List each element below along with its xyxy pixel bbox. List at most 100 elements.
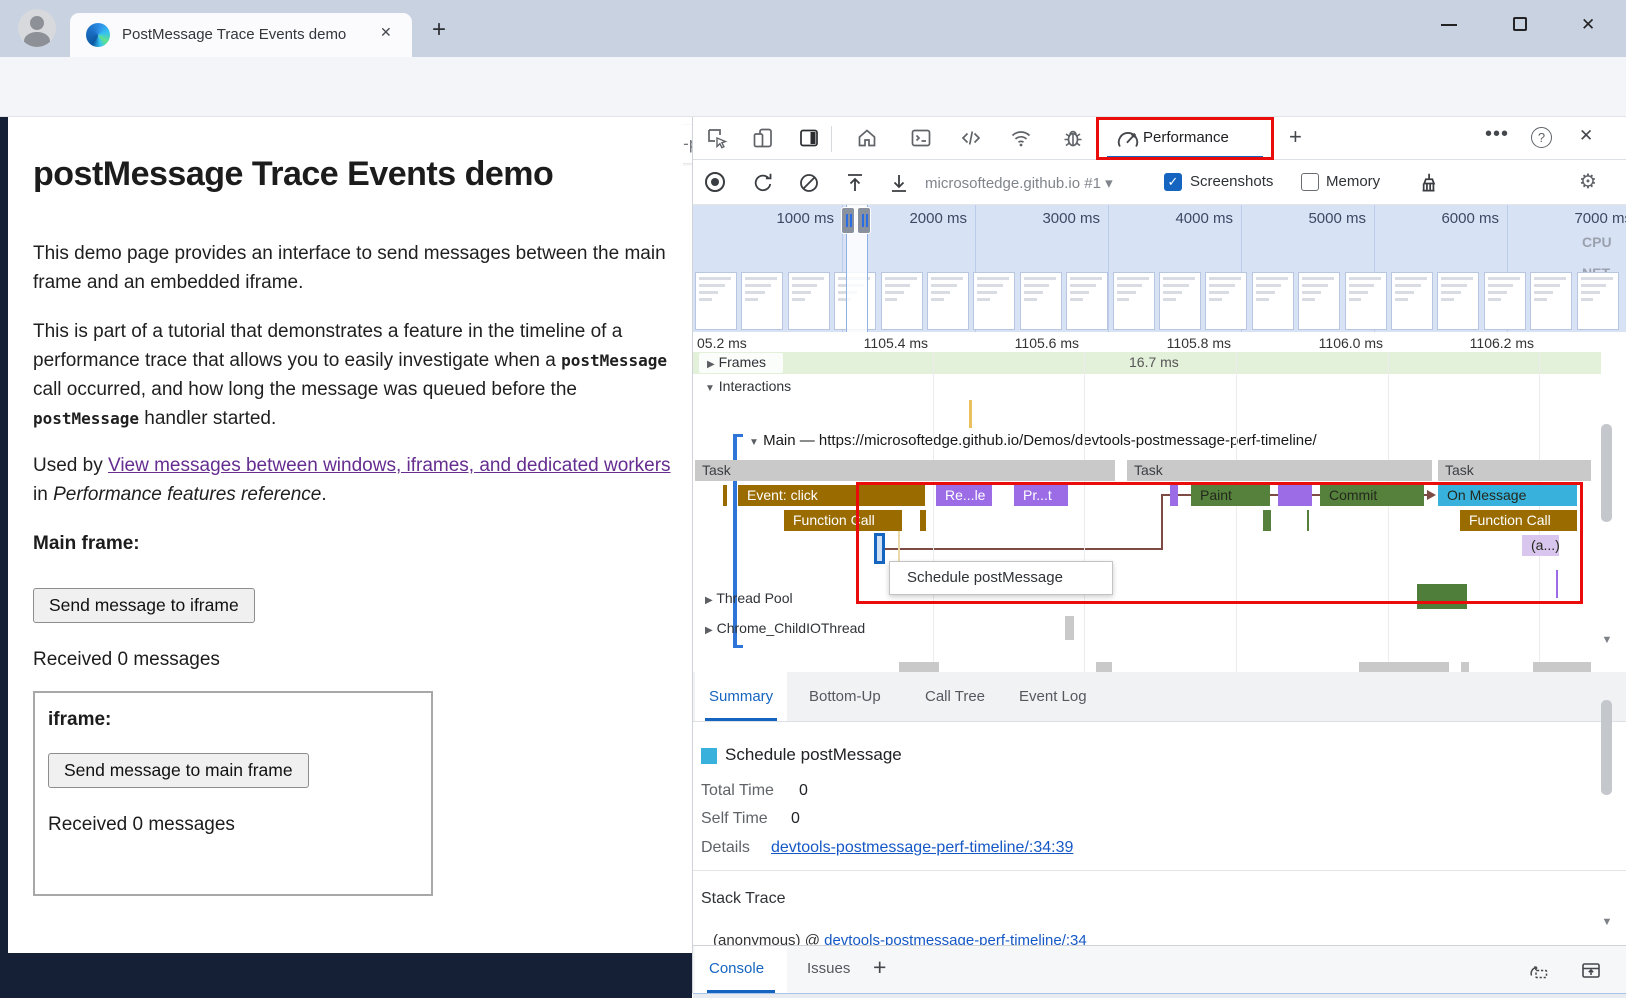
collect-garbage-icon[interactable] [1415,170,1441,196]
screenshot-thumbnail[interactable] [1484,272,1526,330]
drawer-tab-issues[interactable]: Issues [807,960,850,977]
window-maximize-button[interactable] [1513,17,1527,31]
screenshot-thumbnail[interactable] [1020,272,1062,330]
ruler-time-label: 1106.2 ms [1444,335,1534,351]
details-source-link[interactable]: devtools-postmessage-perf-timeline/:34:3… [771,839,1073,857]
new-tab-button[interactable]: + [432,22,446,38]
profile-avatar[interactable] [18,9,56,47]
window-close-button[interactable]: ✕ [1581,15,1595,35]
screenshot-thumbnail[interactable] [1159,272,1201,330]
tutorial-paragraph: This is part of a tutorial that demonstr… [33,317,675,433]
tab-event-log[interactable]: Event Log [1005,672,1101,721]
thread-pool-track[interactable]: ▶ Thread Pool [705,590,793,606]
overview-time-label: 2000 ms [903,210,967,227]
ruler-time-label: 05.2 ms [697,335,747,351]
overview-time-label: 3000 ms [1036,210,1100,227]
window-edge [0,117,8,998]
screenshot-thumbnail[interactable] [1577,272,1619,330]
tab-call-tree[interactable]: Call Tree [911,672,999,721]
overview-time-label: 6000 ms [1435,210,1499,227]
memory-checkbox[interactable] [1301,173,1319,191]
screenshot-thumbnail[interactable] [1298,272,1340,330]
dock-side-icon[interactable] [797,126,821,150]
flame-event-bar[interactable] [723,485,727,506]
timeline-overview[interactable]: CPU NET 1000 ms2000 ms3000 ms4000 ms5000… [693,205,1626,332]
task-bar[interactable]: Task [1438,460,1591,481]
help-icon[interactable]: ? [1531,127,1552,148]
devtools-close-icon[interactable]: ✕ [1579,126,1593,146]
screenshot-thumbnail[interactable] [1113,272,1155,330]
overview-time-label: 1000 ms [770,210,834,227]
used-by-paragraph: Used by View messages between windows, i… [33,451,675,509]
summary-scrollbar-thumb[interactable] [1601,700,1612,795]
selection-handle-left[interactable] [841,207,855,234]
screenshot-thumbnail[interactable] [881,272,923,330]
flame-chart[interactable]: ▶ Frames 16.7 ms ▼ Interactions ▼ Main —… [693,332,1626,672]
network-wifi-icon[interactable] [1009,126,1033,150]
io-thread-task-bar[interactable] [1065,616,1074,640]
tab-close-icon[interactable]: ✕ [380,24,392,41]
screenshot-thumbnail[interactable] [695,272,737,330]
settings-gear-icon[interactable]: ⚙ [1579,169,1597,194]
screenshot-thumbnail[interactable] [1530,272,1572,330]
screenshot-thumbnail[interactable] [973,272,1015,330]
sources-icon[interactable] [959,126,983,150]
divider [693,870,1626,871]
save-profile-icon[interactable] [887,171,911,195]
frames-track[interactable]: ▶ Frames 16.7 ms [693,352,1601,374]
devtools-menu-dots-icon[interactable]: ••• [1485,123,1509,146]
highlight-red-box [1096,117,1274,160]
stack-frame-link[interactable]: devtools-postmessage-perf-timeline/:34 [824,932,1087,945]
interactions-track[interactable]: ▼ Interactions [705,378,791,394]
screenshots-checkbox[interactable]: ✓ [1164,173,1182,191]
clipped-thread-bar [1359,662,1449,672]
device-emulation-icon[interactable] [751,126,775,150]
window-minimize-button[interactable] [1441,24,1457,26]
screenshot-thumbnail[interactable] [1205,272,1247,330]
summary-event-title: Schedule postMessage [725,745,902,765]
screenshot-thumbnail[interactable] [1437,272,1479,330]
dock-drawer-icon[interactable] [1526,958,1550,982]
debug-bug-icon[interactable] [1061,126,1085,150]
memory-label[interactable]: Memory [1326,173,1380,190]
page-origin-selector[interactable]: microsoftedge.github.io #1 ▾ [925,174,1113,192]
screenshot-thumbnail[interactable] [788,272,830,330]
drawer-more-tabs-plus-icon[interactable]: + [873,954,886,981]
screenshot-thumbnail[interactable] [1345,272,1387,330]
edge-logo-icon [86,23,110,47]
home-icon[interactable] [855,126,879,150]
screenshot-thumbnail[interactable] [1066,272,1108,330]
record-button[interactable] [705,172,725,192]
task-bar[interactable]: Task [695,460,1115,481]
flame-scrollbar-thumb[interactable] [1601,424,1612,522]
io-thread-track[interactable]: ▶ Chrome_ChildIOThread [705,620,865,636]
console-icon[interactable] [909,126,933,150]
scroll-down-icon[interactable]: ▼ [1599,916,1615,928]
frame-duration: 16.7 ms [1129,354,1179,370]
send-message-to-main-frame-button[interactable]: Send message to main frame [48,753,309,788]
main-thread-track[interactable]: ▼ Main — https://microsoftedge.github.io… [749,432,1317,449]
screenshot-thumbnail[interactable] [927,272,969,330]
task-bar[interactable]: Task [1127,460,1432,481]
selection-handle-right[interactable] [857,207,871,234]
tab-bottom-up[interactable]: Bottom-Up [795,672,895,721]
screenshot-thumbnail[interactable] [1252,272,1294,330]
browser-tab[interactable]: PostMessage Trace Events demo ✕ [70,13,412,57]
screenshots-label[interactable]: Screenshots [1190,173,1273,190]
expand-drawer-icon[interactable] [1579,958,1603,982]
tab-summary[interactable]: Summary [695,672,787,721]
send-message-to-iframe-button[interactable]: Send message to iframe [33,588,255,623]
more-tools-plus-icon[interactable]: + [1289,124,1302,150]
scroll-down-icon[interactable]: ▼ [1599,634,1615,646]
drawer-bar: Console Issues + [693,945,1626,993]
clear-recording-icon[interactable] [797,171,821,195]
load-profile-icon[interactable] [843,171,867,195]
reload-and-record-icon[interactable] [751,171,775,195]
ruler-time-label: 1106.0 ms [1293,335,1383,351]
inspect-element-icon[interactable] [705,126,729,150]
screenshot-thumbnail[interactable] [1391,272,1433,330]
reference-link[interactable]: View messages between windows, iframes, … [108,455,671,476]
console-tab-label[interactable]: Console [709,960,764,977]
summary-panel: Summary Bottom-Up Call Tree Event Log Sc… [693,672,1626,945]
screenshot-thumbnail[interactable] [741,272,783,330]
